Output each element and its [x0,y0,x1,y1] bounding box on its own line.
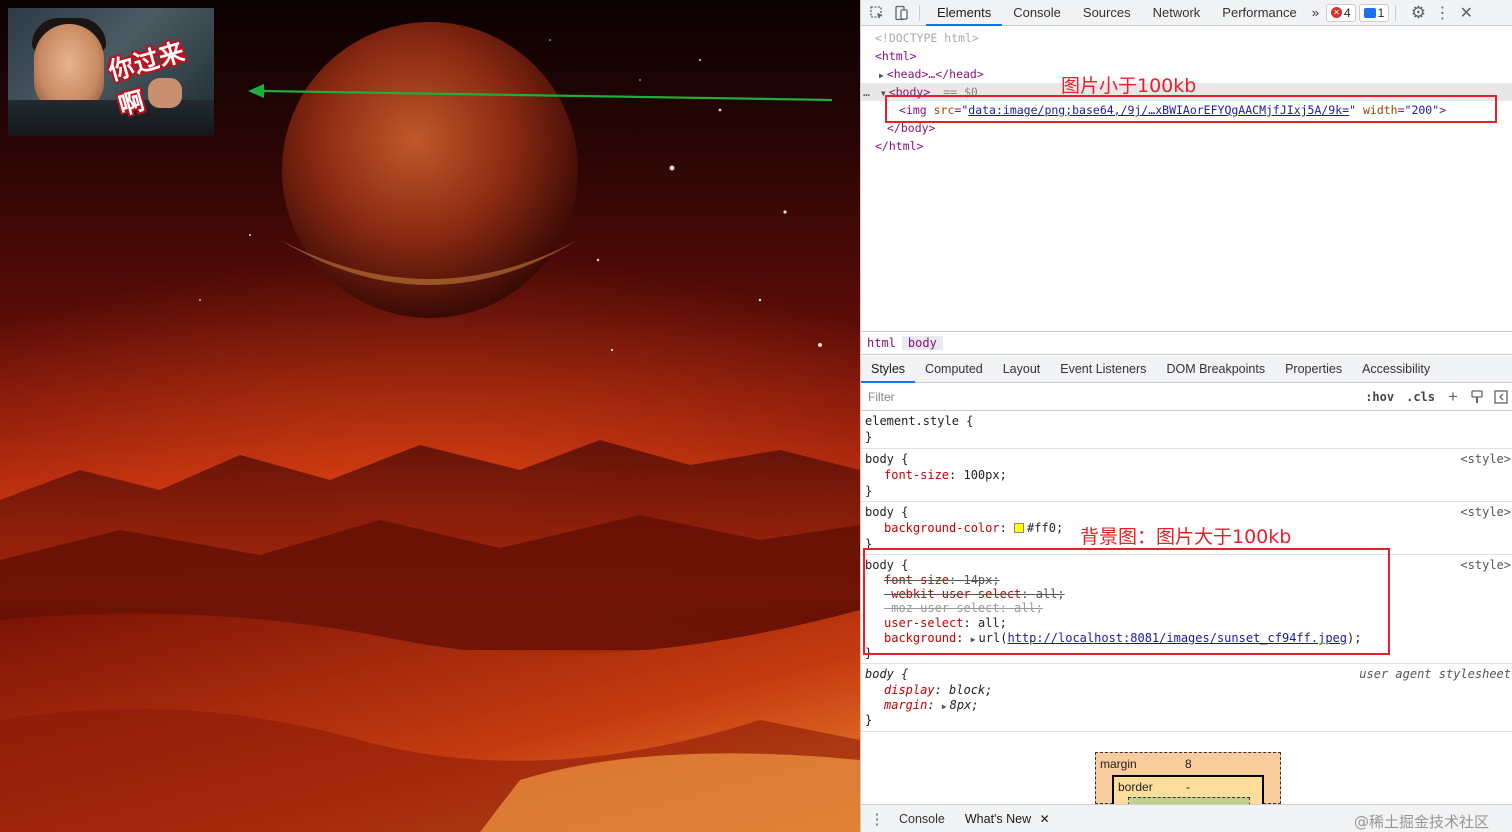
divider [919,4,920,21]
toggle-sidebar-icon[interactable] [1489,385,1512,409]
tab-network[interactable]: Network [1142,0,1212,26]
tab-performance[interactable]: Performance [1211,0,1307,26]
rule-close-brace: } [865,430,873,444]
breadcrumb: html body [861,331,1512,355]
devtools-panel: Elements Console Sources Network Perform… [860,0,1512,832]
annotation-img-size: 图片小于100kb [1061,75,1197,97]
rule-source-link[interactable]: <style> [1460,505,1511,519]
drawer-tab-whats-new[interactable]: What's New ✕ [955,805,1060,832]
thumbnail-image: 你过来啊 [8,8,214,136]
class-toggle[interactable]: .cls [1400,390,1441,404]
more-tabs-button[interactable]: » [1308,0,1323,26]
style-rules-pane: element.style { } body { <style> font-si… [861,412,1512,800]
rule-selector[interactable]: body { [865,505,908,520]
margin-label: margin [1100,757,1137,771]
rule-selector[interactable]: body { [865,452,908,467]
new-rule-plus-icon[interactable]: + [1441,385,1465,409]
rule-close-brace: } [865,713,873,727]
inspect-element-icon[interactable] [865,1,889,25]
declaration[interactable]: display: block; [884,683,992,698]
error-icon: ✕ [1330,7,1342,18]
html-close-node[interactable]: </html> [875,137,923,155]
margin-value[interactable]: 8 [1185,757,1192,771]
expand-arrow-icon[interactable]: ▶ [879,71,884,80]
tab-event-listeners[interactable]: Event Listeners [1050,356,1156,383]
settings-gear-icon[interactable]: ⚙ [1406,1,1430,25]
rule-body-user-agent: body { user agent stylesheet display: bl… [861,665,1512,732]
page-viewport: 你过来啊 [0,0,860,832]
color-swatch[interactable] [1014,523,1025,533]
hover-state-toggle[interactable]: :hov [1359,390,1400,404]
doctype-node[interactable]: <!DOCTYPE html> [875,29,979,47]
more-options-icon[interactable]: ⋮ [1430,1,1454,25]
divider [1395,4,1397,21]
device-toolbar-icon[interactable] [889,1,913,25]
tab-layout[interactable]: Layout [993,356,1051,383]
tab-properties[interactable]: Properties [1275,356,1352,383]
border-value[interactable]: - [1186,780,1190,794]
rule-body-font-size: body { <style> font-size: 100px; } [861,450,1512,502]
messages-count: 1 [1377,5,1385,20]
close-devtools-icon[interactable]: ✕ [1454,1,1478,25]
tab-styles[interactable]: Styles [861,356,916,383]
rule-source-ua: user agent stylesheet [1359,667,1511,681]
devtools-toolbar: Elements Console Sources Network Perform… [861,0,1512,26]
background-highlight-box [863,548,1390,655]
ellipsis-icon[interactable]: … [863,85,870,99]
html-node[interactable]: <html> [875,47,917,65]
drawer-tab-console[interactable]: Console [889,805,955,832]
moon-shape [282,22,578,318]
declaration[interactable]: font-size: 100px; [884,468,1007,483]
rule-element-style: element.style { } [861,412,1512,449]
tab-elements[interactable]: Elements [926,0,1003,26]
rule-selector[interactable]: body { [865,667,908,682]
errors-badge[interactable]: ✕ 4 [1325,3,1356,22]
declaration[interactable]: background-color: #ff0; [884,521,1063,536]
img-highlight-box [885,95,1497,123]
border-label: border [1118,780,1153,794]
head-node[interactable]: ▶ <head>…</head> [879,65,984,83]
tab-dom-breakpoints[interactable]: DOM Breakpoints [1156,356,1275,383]
tab-accessibility[interactable]: Accessibility [1352,356,1440,383]
tab-console[interactable]: Console [1002,0,1072,26]
breadcrumb-body[interactable]: body [901,336,943,350]
close-icon[interactable]: ✕ [1040,812,1050,826]
tab-sources[interactable]: Sources [1072,0,1142,26]
styles-filter-input[interactable]: Filter [861,384,1359,411]
watermark: @稀土掘金技术社区 [1353,813,1489,831]
rule-close-brace: } [865,484,873,498]
rule-source-link[interactable]: <style> [1460,452,1511,466]
paint-icon[interactable] [1465,385,1489,409]
annotation-background-size: 背景图：图片大于100kb [1080,526,1292,548]
rule-selector[interactable]: element.style { [865,414,973,429]
drawer-menu-icon[interactable]: ⋮ [865,807,889,831]
expand-arrow-icon[interactable]: ▶ [942,702,947,711]
message-icon [1363,7,1376,18]
styles-tabbar: Styles Computed Layout Event Listeners D… [861,356,1512,383]
rule-source-link[interactable]: <style> [1460,558,1511,572]
breadcrumb-html[interactable]: html [861,336,902,350]
devtools-drawer: ⋮ Console What's New ✕ @稀土掘金技术社区 [861,804,1512,832]
messages-badge[interactable]: 1 [1358,3,1390,22]
tab-computed[interactable]: Computed [915,356,993,383]
errors-count: 4 [1343,5,1351,20]
styles-filter-bar: Filter :hov .cls + [861,384,1512,411]
box-model-margin[interactable]: margin 8 border - [1095,752,1281,817]
elements-tree: <!DOCTYPE html> <html> ▶ <head>…</head> …… [861,27,1512,330]
declaration[interactable]: margin: ▶ 8px; [884,698,979,713]
